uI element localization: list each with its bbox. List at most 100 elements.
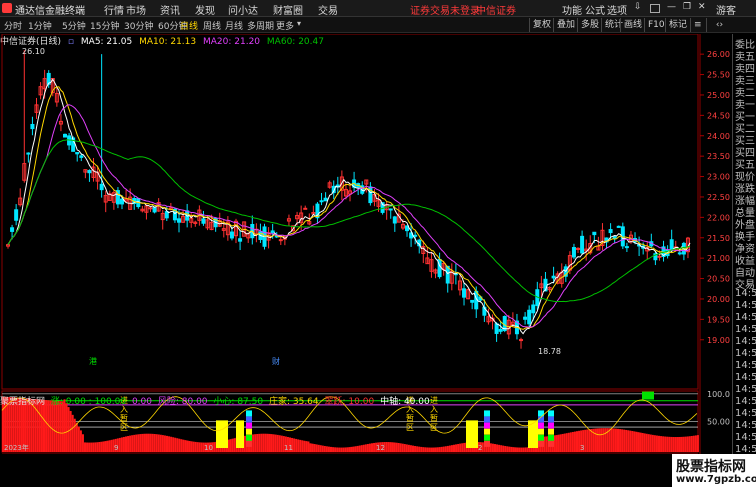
zhuangjia-bar	[424, 447, 427, 452]
menu-gongneng[interactable]: 功能	[562, 2, 582, 17]
candle-body	[79, 155, 84, 158]
zhuangjia-bar	[557, 434, 560, 452]
indicator-name[interactable]: 聚票指标网	[0, 397, 45, 407]
candle-body	[229, 231, 234, 239]
buy-zone-label: 暂	[406, 413, 414, 423]
zhuangjia-bar	[602, 428, 605, 452]
zhuangjia-bar	[576, 431, 578, 452]
price-tick-label: 25.50	[707, 71, 730, 80]
kline-chart[interactable]: 26.00 25.50 25.00 24.50 24.00 23.50 23.00 22.50…	[0, 34, 732, 454]
menu-xuanxiang[interactable]: 选项	[607, 2, 627, 17]
menu-caifuquan[interactable]: 财富圈	[273, 2, 303, 17]
zhuangjia-bar	[635, 431, 638, 452]
ma20-line	[7, 104, 691, 328]
period-weekly[interactable]: 周线	[203, 19, 221, 32]
zhuangjia-bar	[81, 434, 84, 452]
more-chevron-icon[interactable]: ▾	[297, 19, 301, 28]
side-panel-item: 14:5	[735, 324, 756, 335]
arrow-icon[interactable]: ‹›	[706, 18, 732, 32]
period-15min[interactable]: 15分钟	[90, 19, 119, 32]
zhuangjia-bar	[684, 436, 687, 452]
zhuangjia-bar	[258, 433, 261, 452]
zhuangjia-bar	[600, 428, 603, 452]
biaoji-button[interactable]: 标记	[665, 18, 690, 32]
candle-body	[494, 323, 499, 334]
zhuangjia-bar	[38, 399, 41, 452]
candle-body	[531, 304, 536, 314]
huaxian-button[interactable]: 画线	[620, 18, 645, 32]
zhuangjia-bar	[409, 445, 412, 452]
zhuangjia-bar	[194, 441, 197, 452]
zhuangjia-bar	[614, 428, 617, 452]
param-zhuangjia: 庄家: 35.64	[268, 397, 319, 407]
zhuangjia-bar	[586, 429, 589, 452]
zhuangjia-bar	[617, 428, 619, 452]
broker-name[interactable]: 中信证券	[476, 2, 516, 17]
period-daily[interactable]: 日线	[180, 19, 198, 32]
zhuangjia-bar	[334, 447, 337, 452]
duogu-button[interactable]: 多股	[577, 18, 602, 32]
menu-hangqing[interactable]: 行情	[104, 2, 124, 17]
zhuangjia-bar	[653, 435, 656, 452]
menu-gongshi[interactable]: 公式	[585, 2, 605, 17]
zhuangjia-bar	[342, 447, 345, 452]
period-30min[interactable]: 30分钟	[124, 19, 153, 32]
zhuangjia-bar	[368, 443, 371, 452]
period-multi[interactable]: 多周期	[247, 19, 274, 32]
param-zhongzhou: 中轴: 40.00	[380, 397, 430, 407]
login-warning[interactable]: 证券交易未登录	[410, 2, 480, 17]
diejia-button[interactable]: 叠加	[553, 18, 578, 32]
zhuangjia-bar	[664, 436, 667, 452]
zhuangjia-bar	[272, 434, 275, 452]
menu-faxian[interactable]: 发现	[195, 2, 215, 17]
zhuangjia-bar	[668, 436, 671, 452]
zhuangjia-bar	[385, 442, 388, 452]
zhuangjia-bar	[518, 447, 521, 452]
zhuangjia-bar	[545, 436, 548, 452]
buy-zone-label: 区	[430, 423, 438, 432]
signal-stack-block	[246, 428, 252, 435]
menu-shichang[interactable]: 市场	[126, 2, 146, 17]
restore-icon[interactable]: ❐	[683, 2, 691, 12]
zhuangjia-bar	[65, 403, 68, 452]
minimize-icon[interactable]: —	[667, 2, 676, 12]
marker-cai[interactable]: 财	[272, 356, 280, 366]
ma60-line	[7, 139, 691, 303]
buy-zone-label: 入	[430, 405, 438, 414]
zhuangjia-bar	[522, 447, 525, 452]
price-tick-label: 20.50	[707, 275, 730, 284]
period-1min[interactable]: 1分钟	[28, 19, 52, 32]
side-panel-item: 14:5	[735, 372, 756, 383]
candle-body	[669, 239, 674, 251]
zhuangjia-bar	[627, 430, 630, 452]
period-monthly[interactable]: 月线	[225, 19, 243, 32]
menu-wenxiaoda[interactable]: 问小达	[228, 2, 258, 17]
close-icon[interactable]: ✕	[698, 2, 706, 12]
menu-zixun[interactable]: 资讯	[160, 2, 180, 17]
period-more[interactable]: 更多	[276, 19, 294, 32]
zhuangjia-bar	[352, 446, 355, 452]
zhuangjia-bar	[161, 435, 164, 452]
entry-signal-bar	[466, 420, 478, 448]
guest-label[interactable]: 游客	[716, 2, 736, 17]
zhuangjia-bar	[405, 444, 408, 452]
window-icon[interactable]	[650, 4, 660, 13]
menu-icon[interactable]: ≡	[690, 18, 705, 32]
period-5min[interactable]: 5分钟	[62, 19, 86, 32]
zhuangjia-bar	[344, 447, 347, 452]
zhuangjia-bar	[145, 433, 148, 452]
zhuangjia-bar	[461, 443, 464, 452]
zhuangjia-bar	[686, 436, 689, 452]
side-panel-item: 14:5	[735, 432, 756, 443]
marker-gang[interactable]: 港	[89, 356, 97, 366]
period-fenshi[interactable]: 分时	[4, 19, 22, 32]
zhuangjia-bar	[61, 401, 64, 452]
fuquan-button[interactable]: 复权	[529, 18, 554, 32]
zhuangjia-bar	[655, 435, 658, 452]
menu-jiaoyi[interactable]: 交易	[318, 2, 338, 17]
zhuangjia-bar	[110, 439, 113, 452]
download-icon[interactable]: ⇩	[634, 2, 642, 12]
zhuangjia-bar	[637, 432, 640, 452]
zhuangjia-bar	[555, 435, 558, 452]
zhuangjia-bar	[338, 447, 341, 452]
